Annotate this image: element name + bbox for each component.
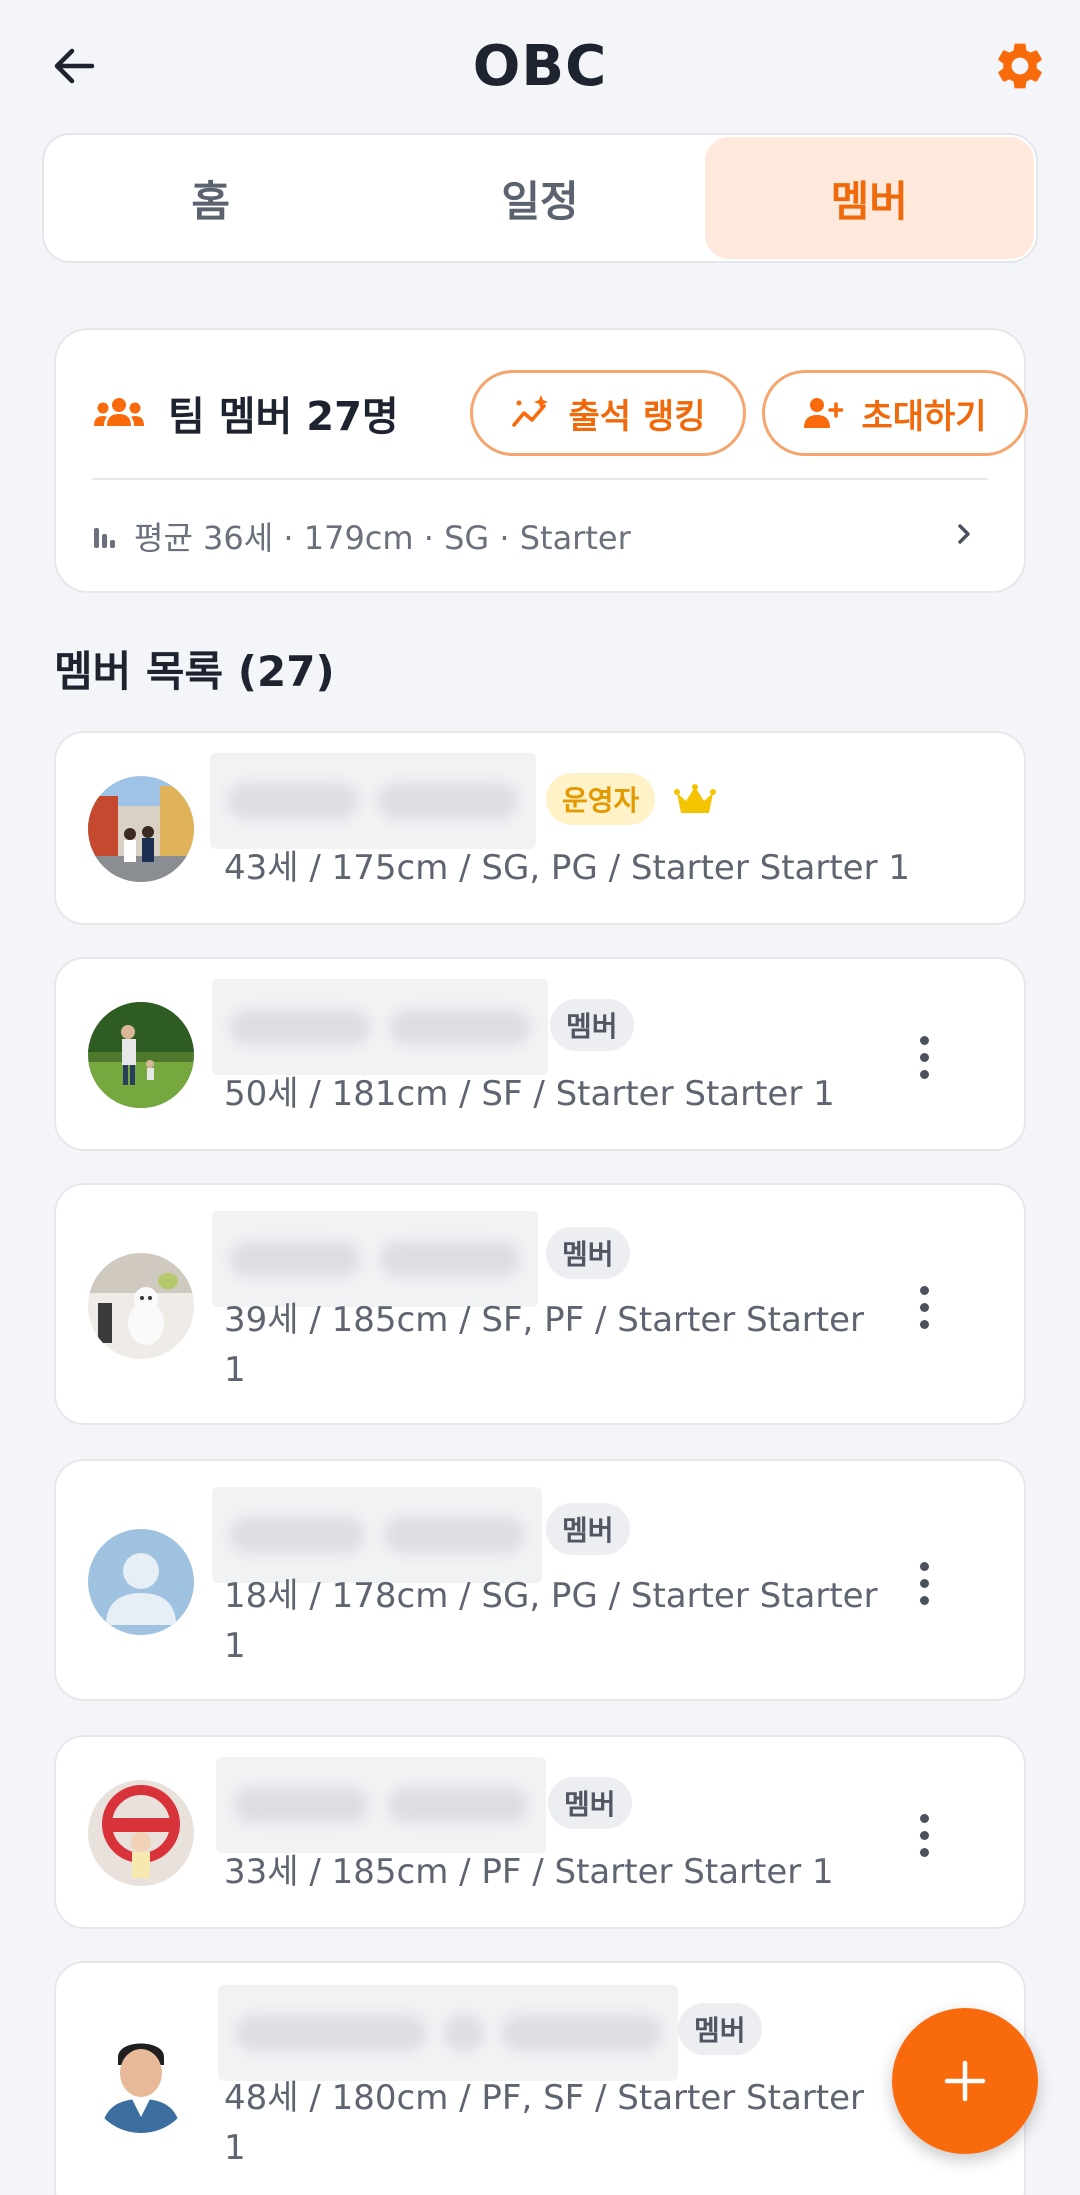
- member-name-redacted: [212, 1211, 538, 1307]
- page-title: OBC: [472, 34, 608, 99]
- member-card[interactable]: 운영자 43세 / 175cm / SG, PG / Starter Start…: [54, 731, 1026, 925]
- more-options-button[interactable]: [904, 1277, 944, 1337]
- more-options-button[interactable]: [904, 1805, 944, 1865]
- tab-schedule[interactable]: 일정: [375, 137, 704, 259]
- more-vertical-icon: [919, 1561, 929, 1571]
- settings-button[interactable]: [990, 36, 1050, 96]
- member-name-redacted: [212, 1487, 542, 1583]
- role-badge: 멤버: [678, 2003, 762, 2055]
- attendance-ranking-button[interactable]: 출석 랭킹: [470, 370, 746, 456]
- team-stats-row[interactable]: 평균 36세 · 179cm · SG · Starter: [92, 506, 988, 566]
- plus-icon: [944, 2060, 986, 2102]
- avatar: [88, 776, 194, 882]
- avatar: [88, 2027, 194, 2133]
- tab-home[interactable]: 홈: [46, 137, 375, 259]
- team-count-label: 팀 멤버 27명: [168, 394, 399, 440]
- member-card[interactable]: 멤버 48세 / 180cm / PF, SF / Starter Starte…: [54, 1961, 1026, 2195]
- member-name-redacted: [218, 1985, 678, 2081]
- avatar: [88, 1780, 194, 1886]
- bar-chart-icon: [94, 528, 115, 548]
- team-stats-text: 평균 36세 · 179cm · SG · Starter: [134, 519, 631, 557]
- more-vertical-icon: [919, 1285, 929, 1295]
- member-name-redacted: [212, 979, 548, 1075]
- member-info: 43세 / 175cm / SG, PG / Starter Starter 1: [224, 848, 911, 888]
- trend-sparkle-icon: [511, 395, 548, 427]
- people-icon: [94, 398, 144, 426]
- role-badge: 운영자: [546, 773, 656, 825]
- role-badge: 멤버: [546, 1503, 630, 1555]
- more-options-button[interactable]: [904, 1027, 944, 1087]
- more-vertical-icon: [919, 1813, 929, 1823]
- member-name-redacted: [216, 1757, 546, 1853]
- member-card[interactable]: 멤버 33세 / 185cm / PF / Starter Starter 1: [54, 1735, 1026, 1929]
- top-app-bar: OBC: [0, 0, 1080, 130]
- member-info: 48세 / 180cm / PF, SF / Starter Starter 1: [224, 2078, 864, 2168]
- more-vertical-icon: [919, 1035, 929, 1045]
- team-count-heading: 팀 멤버 27명: [92, 384, 399, 442]
- member-info: 50세 / 181cm / SF / Starter Starter 1: [224, 1074, 835, 1114]
- member-name-redacted: [210, 753, 536, 849]
- chevron-right-icon: [958, 524, 970, 544]
- role-badge: 멤버: [546, 1227, 630, 1279]
- member-info: 33세 / 185cm / PF / Starter Starter 1: [224, 1852, 834, 1892]
- role-badge: 멤버: [548, 1777, 632, 1829]
- member-info: 18세 / 178cm / SG, PG / Starter Starter 1: [224, 1576, 878, 1666]
- person-add-icon: [804, 398, 844, 428]
- member-list-title: 멤버 목록 (27): [54, 647, 335, 696]
- member-card[interactable]: 멤버 50세 / 181cm / SF / Starter Starter 1: [54, 957, 1026, 1151]
- avatar: [88, 1529, 194, 1635]
- crown-icon: [674, 784, 716, 813]
- gear-icon: [998, 43, 1042, 89]
- add-fab-button[interactable]: [892, 2008, 1038, 2154]
- avatar: [88, 1253, 194, 1359]
- member-info: 39세 / 185cm / SF, PF / Starter Starter 1: [224, 1300, 864, 1390]
- more-options-button[interactable]: [904, 1553, 944, 1613]
- divider: [92, 478, 988, 480]
- segment-tabs: 홈 일정 멤버: [42, 133, 1038, 263]
- attendance-ranking-label: 출석 랭킹: [568, 396, 706, 437]
- team-summary-card: 팀 멤버 27명 출석 랭킹 초대하기 평균 36세 · 179cm · SG …: [54, 328, 1028, 593]
- member-card[interactable]: 멤버 39세 / 185cm / SF, PF / Starter Starte…: [54, 1183, 1026, 1425]
- role-badge: 멤버: [550, 999, 634, 1051]
- invite-button[interactable]: 초대하기: [762, 370, 1028, 456]
- avatar: [88, 1002, 194, 1108]
- invite-label: 초대하기: [861, 396, 987, 437]
- tab-members[interactable]: 멤버: [704, 137, 1034, 259]
- member-card[interactable]: 멤버 18세 / 178cm / SG, PG / Starter Starte…: [54, 1459, 1026, 1701]
